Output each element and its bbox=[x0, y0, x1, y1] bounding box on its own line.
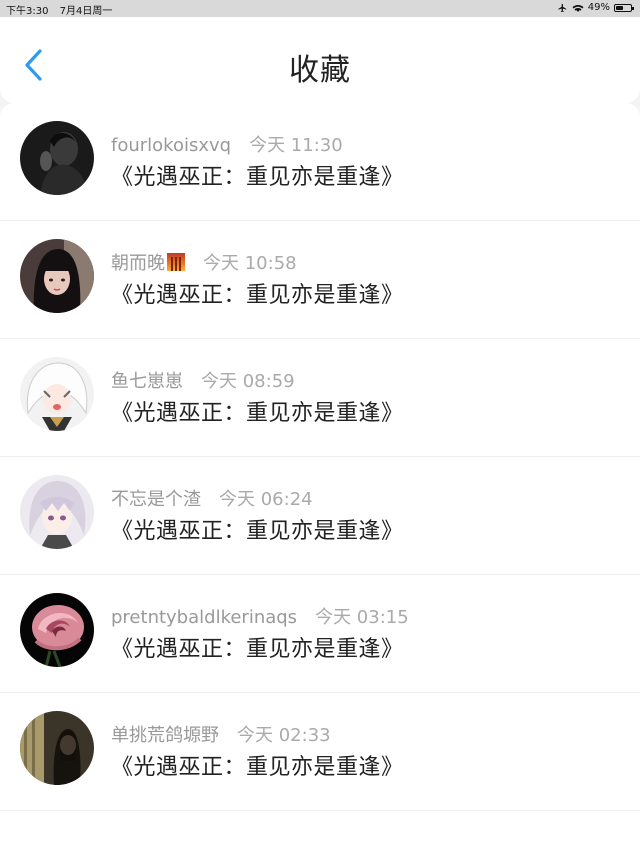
favorites-list: fourlokoisxvq 今天 11:30 《光遇巫正：重见亦是重逢》 朝而晚 今天 … bbox=[0, 103, 640, 853]
timestamp: 今天 08:59 bbox=[201, 371, 295, 392]
favorite-title[interactable]: 《光遇巫正：重见亦是重逢》 bbox=[111, 395, 404, 427]
item-meta: pretntybaldlkerinaqs 今天 03:15 bbox=[111, 603, 409, 629]
favorite-title[interactable]: 《光遇巫正：重见亦是重逢》 bbox=[111, 277, 404, 309]
battery-fill bbox=[616, 5, 623, 10]
favorite-item[interactable]: 单挑荒鸽塬野 今天 02:33 《光遇巫正：重见亦是重逢》 bbox=[0, 693, 640, 811]
item-meta: 鱼七崽崽 今天 08:59 bbox=[111, 367, 295, 393]
timestamp: 今天 10:58 bbox=[203, 253, 297, 274]
timestamp: 今天 06:24 bbox=[219, 489, 313, 510]
favorite-item[interactable]: 不忘是个渣 今天 06:24 《光遇巫正：重见亦是重逢》 bbox=[0, 457, 640, 575]
wifi-icon bbox=[572, 4, 584, 12]
page-title: 收藏 bbox=[289, 53, 351, 88]
status-bar: 下午3:30 7月4日周一 49% bbox=[0, 0, 640, 17]
status-right: 49% bbox=[557, 2, 634, 13]
username[interactable]: 朝而晚 bbox=[111, 253, 165, 274]
item-meta: 不忘是个渣 今天 06:24 bbox=[111, 485, 313, 511]
avatar[interactable] bbox=[20, 239, 94, 313]
avatar[interactable] bbox=[20, 357, 94, 431]
favorite-item[interactable]: pretntybaldlkerinaqs 今天 03:15 《光遇巫正：重见亦是重逢… bbox=[0, 575, 640, 693]
avatar[interactable] bbox=[20, 711, 94, 785]
avatar[interactable] bbox=[20, 593, 94, 667]
favorite-item[interactable]: 朝而晚 今天 10:58 《光遇巫正：重见亦是重逢》 bbox=[0, 221, 640, 339]
favorite-title[interactable]: 《光遇巫正：重见亦是重逢》 bbox=[111, 631, 404, 663]
username[interactable]: pretntybaldlkerinaqs bbox=[111, 607, 297, 628]
avatar[interactable] bbox=[20, 121, 94, 195]
status-left: 下午3:30 7月4日周一 bbox=[6, 2, 120, 17]
item-meta: fourlokoisxvq 今天 11:30 bbox=[111, 131, 343, 157]
username[interactable]: 鱼七崽崽 bbox=[111, 371, 183, 392]
favorite-item[interactable]: fourlokoisxvq 今天 11:30 《光遇巫正：重见亦是重逢》 bbox=[0, 103, 640, 221]
username[interactable]: 不忘是个渣 bbox=[111, 489, 201, 510]
status-time: 下午3:30 bbox=[6, 6, 49, 17]
username[interactable]: 单挑荒鸽塬野 bbox=[111, 725, 219, 746]
item-meta: 朝而晚 今天 10:58 bbox=[111, 249, 297, 275]
item-meta: 单挑荒鸽塬野 今天 02:33 bbox=[111, 721, 331, 747]
battery-percent: 49% bbox=[587, 2, 610, 13]
nav-bar: 收藏 bbox=[0, 17, 640, 103]
username[interactable]: fourlokoisxvq bbox=[111, 135, 231, 156]
favorite-title[interactable]: 《光遇巫正：重见亦是重逢》 bbox=[111, 749, 404, 781]
timestamp: 今天 03:15 bbox=[315, 607, 409, 628]
avatar[interactable] bbox=[20, 475, 94, 549]
timestamp: 今天 11:30 bbox=[249, 135, 343, 156]
favorite-title[interactable]: 《光遇巫正：重见亦是重逢》 bbox=[111, 159, 404, 191]
battery-icon bbox=[614, 3, 634, 12]
status-date: 7月4日周一 bbox=[59, 6, 113, 17]
row-divider bbox=[0, 810, 640, 811]
favorite-item[interactable]: 鱼七崽崽 今天 08:59 《光遇巫正：重见亦是重逢》 bbox=[0, 339, 640, 457]
airplane-icon bbox=[558, 3, 567, 12]
favorite-title[interactable]: 《光遇巫正：重见亦是重逢》 bbox=[111, 513, 404, 545]
timestamp: 今天 02:33 bbox=[237, 725, 331, 746]
sunset-emoji-icon bbox=[167, 253, 185, 271]
